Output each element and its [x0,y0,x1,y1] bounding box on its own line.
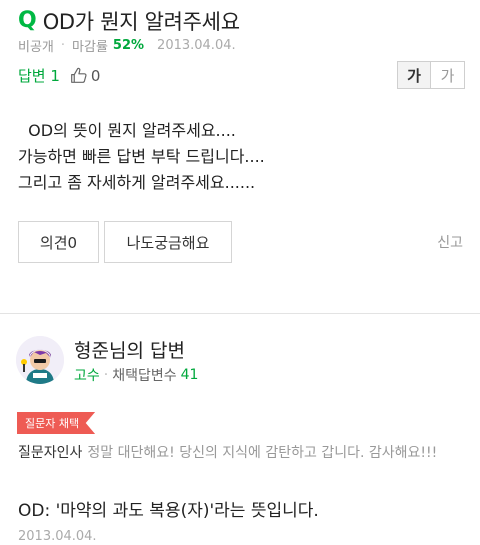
thumbs-up-icon [71,67,87,83]
adopt-count-label: 채택답변수 [112,368,177,384]
section-divider [0,313,480,314]
meta-separator: · [103,367,109,383]
question-body: OD의 뜻이 뭔지 알려주세요.... 가능하면 빠른 답변 부탁 드립니다..… [18,121,265,192]
answer-date: 2013.04.04. [18,529,97,544]
closing-rate-value: 52% [112,38,145,53]
font-size-large-button[interactable]: 가 [431,61,465,89]
question-date: 2013.04.04. [157,38,236,53]
report-link[interactable]: 신고 [437,232,463,252]
opinion-button[interactable]: 의견0 [18,221,99,263]
user-avatar-icon[interactable] [16,336,64,384]
answerer-grade: 고수 [74,368,100,384]
adopt-count-value: 41 [180,367,199,383]
me-too-curious-button[interactable]: 나도궁금해요 [104,221,232,263]
answer-body: OD: '마약의 과도 복용(자)'라는 뜻입니다. [18,501,319,521]
avatar-illustration [16,336,64,384]
meta-separator: · [60,38,66,53]
question-title: OD가 뭔지 알려주세요 [42,10,240,34]
greeting-message: 정말 대단해요! 당신의 지식에 감탄하고 갑니다. 감사해요!!! [87,445,438,461]
visibility-label: 비공개 [18,40,54,55]
closing-rate-label: 마감률 [72,40,108,55]
questioner-adopted-badge: 질문자 채택 [17,412,96,434]
question-meta: 비공개 · 마감률 52% 2013.04.04. [18,36,236,55]
answerer-meta: 고수 · 채택답변수 41 [74,365,198,385]
questioner-greeting: 질문자인사 정말 대단해요! 당신의 지식에 감탄하고 갑니다. 감사해요!!! [18,442,437,462]
like-button[interactable]: 0 [70,66,101,85]
font-size-small-button[interactable]: 가 [397,61,431,89]
like-count: 0 [90,66,101,85]
answerer-name: 형준님의 답변 [74,340,185,362]
greeting-label: 질문자인사 [18,445,83,461]
answer-count-link[interactable]: 답변 1 [18,65,60,86]
question-stats: 답변 1 0 [18,65,100,86]
question-q-icon: Q [18,8,37,33]
question-title-row: Q OD가 뭔지 알려주세요 [18,6,240,36]
font-size-toggle: 가 가 [397,61,465,89]
